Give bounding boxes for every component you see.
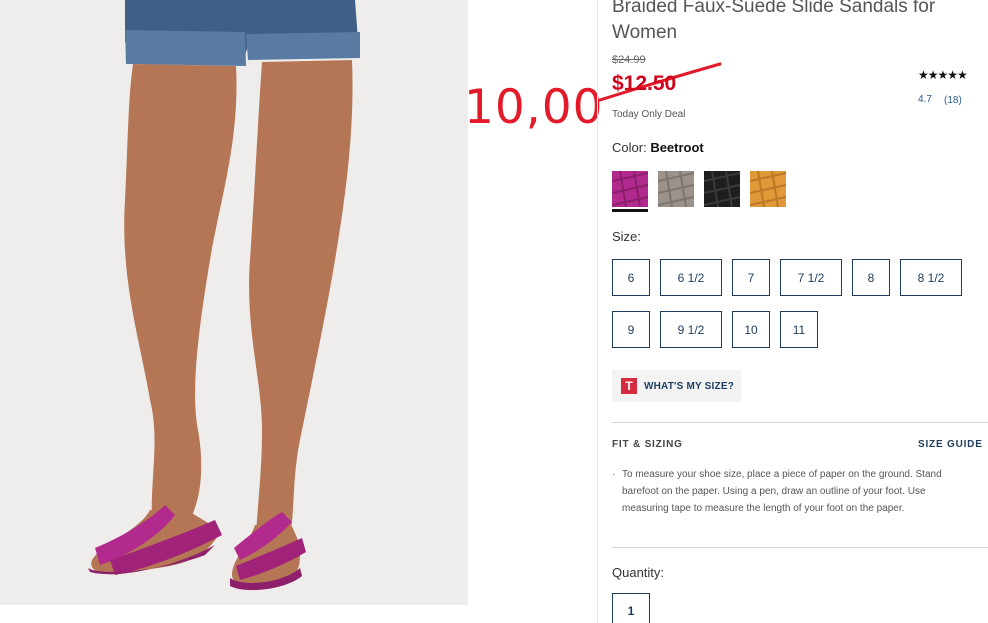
size-option-9[interactable]: 9 xyxy=(612,311,650,348)
selected-color-name: Beetroot xyxy=(650,140,704,155)
sale-price: $12.50 xyxy=(612,72,677,95)
swatch-pattern-beetroot xyxy=(611,170,649,208)
quantity-select[interactable]: 1 xyxy=(612,593,650,623)
original-price: $24.99 xyxy=(612,54,646,66)
size-label: Size: xyxy=(612,229,641,244)
whats-my-size-button[interactable]: T WHAT'S MY SIZE? xyxy=(612,370,741,402)
color-label: Color: xyxy=(612,140,647,155)
size-option-10[interactable]: 10 xyxy=(732,311,770,348)
size-option-7-1-2[interactable]: 7 1/2 xyxy=(780,259,842,296)
section-divider xyxy=(612,422,988,423)
rating-stars[interactable]: ★★★★★ xyxy=(918,68,968,82)
product-title: Braided Faux-Suede Slide Sandals for Wom… xyxy=(612,0,936,43)
swatch-pattern-mustard xyxy=(749,170,787,208)
product-image xyxy=(0,0,468,605)
size-option-7[interactable]: 7 xyxy=(732,259,770,296)
size-option-9-1-2[interactable]: 9 1/2 xyxy=(660,311,722,348)
size-option-6-1-2[interactable]: 6 1/2 xyxy=(660,259,722,296)
whats-my-size-label: WHAT'S MY SIZE? xyxy=(644,380,735,392)
deal-label: Today Only Deal xyxy=(612,109,686,120)
size-guide-link[interactable]: SIZE GUIDE xyxy=(918,439,983,450)
swatch-pattern-black xyxy=(703,170,741,208)
size-option-6[interactable]: 6 xyxy=(612,259,650,296)
quantity-label: Quantity: xyxy=(612,565,665,580)
annotated-price: 10,00 xyxy=(464,80,604,135)
column-divider xyxy=(597,0,598,623)
review-count-link[interactable]: (18) xyxy=(944,95,962,106)
swatch-pattern-taupe xyxy=(657,170,695,208)
swatch-black[interactable] xyxy=(703,170,741,208)
section-divider xyxy=(612,547,988,548)
swatch-taupe[interactable] xyxy=(657,170,695,208)
fit-sizing-heading[interactable]: FIT & SIZING xyxy=(612,439,683,450)
size-option-8-1-2[interactable]: 8 1/2 xyxy=(900,259,962,296)
swatch-mustard[interactable] xyxy=(749,170,787,208)
swatch-beetroot[interactable] xyxy=(611,170,649,208)
size-option-11[interactable]: 11 xyxy=(780,311,818,348)
selected-swatch-indicator xyxy=(612,209,648,212)
size-option-8[interactable]: 8 xyxy=(852,259,890,296)
bullet: · xyxy=(612,469,616,480)
color-row: Color: Beetroot xyxy=(612,140,704,155)
truefit-logo-icon: T xyxy=(621,378,637,394)
rating-score: 4.7 xyxy=(918,94,932,105)
fit-instructions: To measure your shoe size, place a piece… xyxy=(622,469,942,514)
